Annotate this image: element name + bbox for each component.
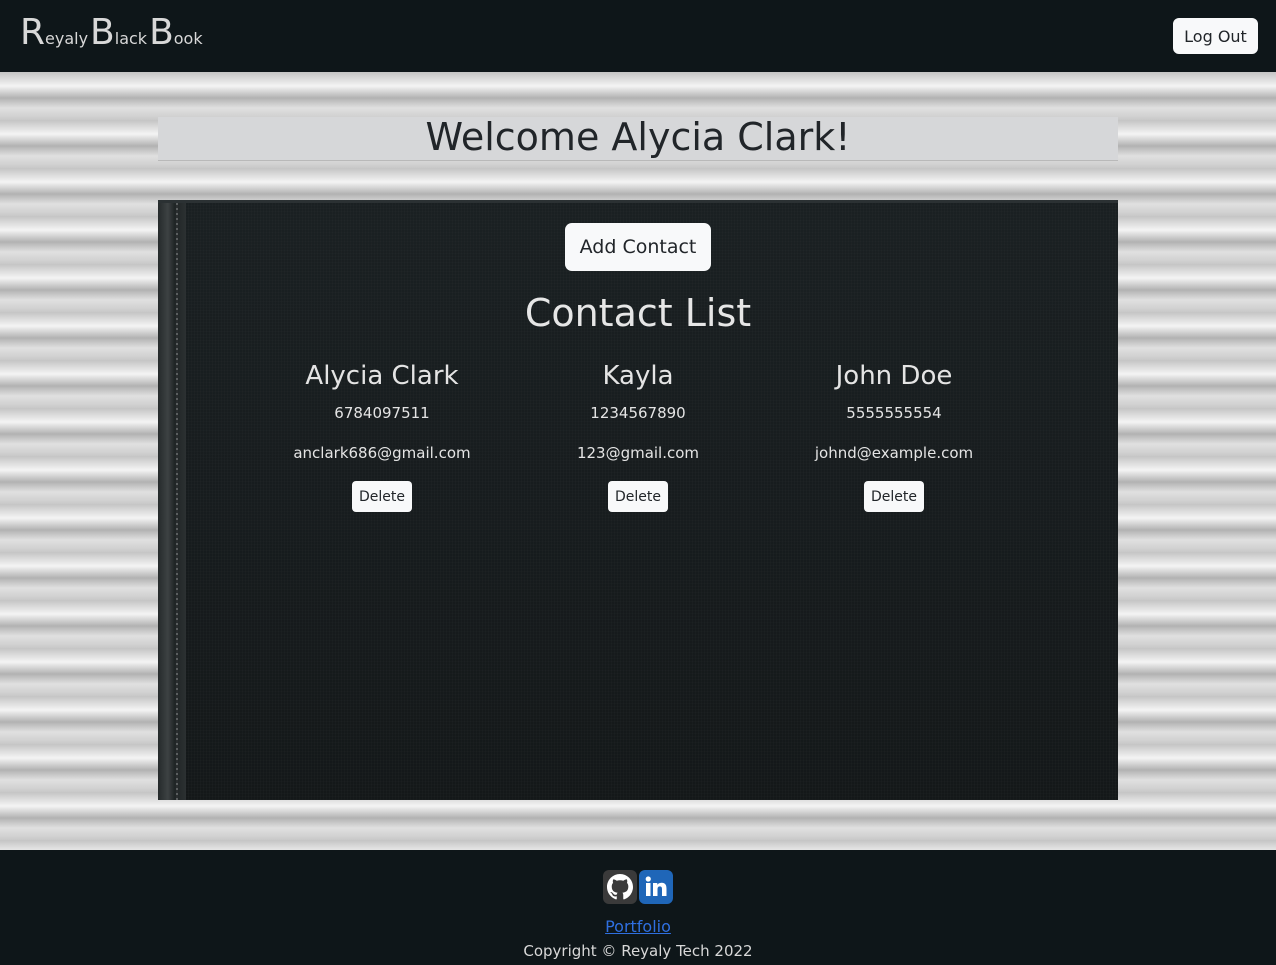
contact-name: Kayla [602,361,674,391]
brand-letter: B [149,12,174,53]
portfolio-link[interactable]: Portfolio [605,917,671,936]
contact-card: Kayla 1234567890 123@gmail.com Delete [518,359,758,512]
contact-name: John Doe [835,361,953,391]
brand-letter: R [20,12,46,53]
delete-contact-button[interactable]: Delete [864,481,924,512]
welcome-banner: Welcome Alycia Clark! [158,117,1118,161]
contact-phone: 6784097511 [334,404,430,422]
linkedin-link[interactable] [639,870,673,904]
brand-letter: B [90,12,115,53]
github-icon [607,874,633,900]
footer: Portfolio Copyright © Reyaly Tech 2022 [0,850,1276,965]
contact-card: John Doe 5555555554 johnd@example.com De… [774,359,1014,512]
copyright-text: Copyright © Reyaly Tech 2022 [523,942,753,960]
contact-phone: 1234567890 [590,404,686,422]
contact-book-panel: Add Contact Contact List Alycia Clark 67… [158,200,1118,800]
navbar: R eyaly B lack B ook Log Out [0,0,1276,72]
brand-text: eyaly [45,29,89,48]
add-contact-button[interactable]: Add Contact [565,223,711,271]
contact-list: Alycia Clark 6784097511 anclark686@gmail… [158,359,1118,519]
contact-email: anclark686@gmail.com [293,444,471,462]
delete-contact-button[interactable]: Delete [608,481,668,512]
contact-list-title: Contact List [524,291,752,335]
contact-email: johnd@example.com [814,444,974,462]
logout-button[interactable]: Log Out [1173,18,1258,54]
brand-text: lack [114,29,148,48]
contact-card: Alycia Clark 6784097511 anclark686@gmail… [262,359,502,512]
contact-phone: 5555555554 [846,404,942,422]
brand-logo[interactable]: R eyaly B lack B ook [20,15,205,51]
welcome-title: Welcome Alycia Clark! [425,115,851,159]
social-links [603,870,673,904]
github-link[interactable] [603,870,637,904]
brand-text: ook [173,29,203,48]
linkedin-icon [645,876,667,896]
delete-contact-button[interactable]: Delete [352,481,412,512]
contact-email: 123@gmail.com [576,444,700,462]
contact-name: Alycia Clark [305,361,459,391]
